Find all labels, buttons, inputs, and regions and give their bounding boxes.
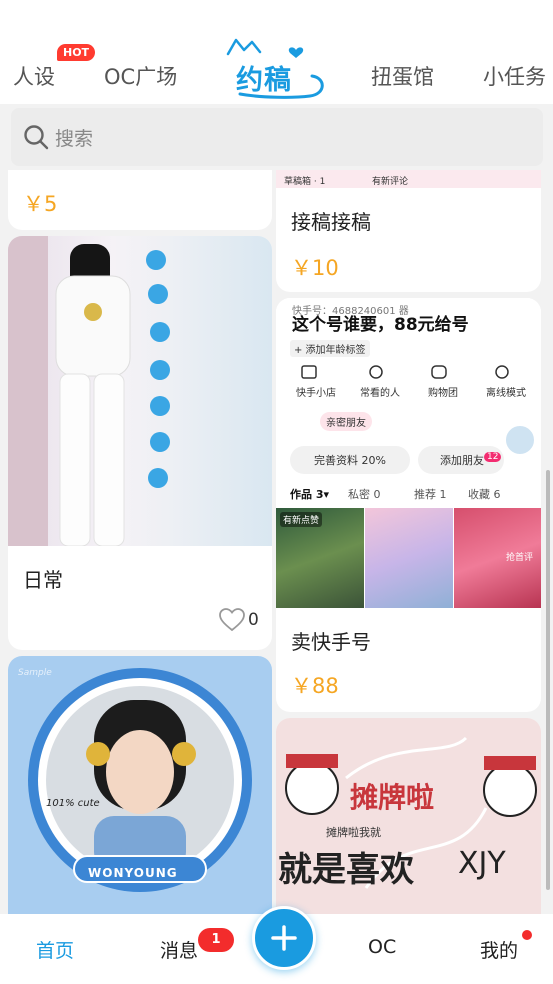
image-text: 抢首评 <box>506 553 534 563</box>
tab-small-task[interactable]: 小任务 <box>483 62 546 92</box>
messages-badge: 1 <box>198 928 234 952</box>
image-text: 购物团 <box>428 388 458 399</box>
nav-mine[interactable]: 我的 <box>480 936 518 963</box>
nav-home[interactable]: 首页 <box>36 936 74 963</box>
card-title: 卖快手号 <box>291 630 371 654</box>
nav-messages[interactable]: 消息 <box>160 936 198 963</box>
image-text: 私密 0 <box>348 488 381 501</box>
search-bar[interactable]: 搜索 <box>11 108 543 166</box>
image-text: WONYOUNG <box>88 866 178 880</box>
card-image <box>8 236 272 546</box>
hot-badge: HOT <box>57 44 96 61</box>
image-banner-text: 这个号谁要，88元给号 <box>292 315 469 335</box>
tab-commission[interactable]: 约稿 <box>222 36 332 102</box>
image-text: 摊牌啦我就 <box>326 826 381 839</box>
image-text: 12 <box>484 452 502 462</box>
photo-girl-white-outfit <box>8 236 170 546</box>
top-tab-bar: 人设 HOT OC广场 约稿 扭蛋馆 小任务 <box>0 0 553 104</box>
image-text: 推荐 1 <box>414 488 447 501</box>
image-text: 有新点赞 <box>280 512 323 527</box>
image-text: 快手小店 <box>296 388 336 399</box>
create-button[interactable] <box>252 906 316 970</box>
image-text: 亲密朋友 <box>320 412 372 431</box>
card-avatar-frame[interactable]: Sample 101% cute WONYOUNG <box>8 656 272 916</box>
card-jiegao[interactable]: 草稿箱 · 1 有新评论 接稿接稿 ￥10 <box>276 170 541 292</box>
app-screen: 人设 HOT OC广场 约稿 扭蛋馆 小任务 搜索 ￥5 草稿箱 · 1 有新评… <box>0 0 553 984</box>
nav-oc[interactable]: OC <box>368 936 396 958</box>
image-text: XJY <box>458 846 506 881</box>
image-text: + 添加年龄标签 <box>290 340 370 357</box>
tab-gacha[interactable]: 扭蛋馆 <box>371 62 434 92</box>
plus-icon <box>271 925 297 951</box>
card-title: 接稿接稿 <box>291 210 371 234</box>
card-tanpai[interactable]: 摊牌啦 摊牌啦我就 就是喜欢 XJY <box>276 718 541 916</box>
tab-oc-square[interactable]: OC广场 <box>104 62 177 92</box>
card-kuaishou-account[interactable]: 快手号：4688240601 器 这个号谁要，88元给号 + 添加年龄标签 快手… <box>276 298 541 712</box>
image-text: 摊牌啦 <box>350 781 435 814</box>
image-text: 有新评论 <box>372 177 409 187</box>
heart-icon[interactable] <box>219 608 245 632</box>
thumbnail <box>365 508 453 608</box>
image-text: 101% cute <box>46 798 100 809</box>
card-image: 摊牌啦 摊牌啦我就 就是喜欢 XJY <box>276 718 541 916</box>
card-title: 日常 <box>23 568 63 592</box>
card-price: ￥88 <box>291 674 339 698</box>
card-commission-price-5[interactable]: ￥5 <box>8 170 272 230</box>
scrollbar[interactable] <box>546 470 550 890</box>
card-price: ￥10 <box>291 256 339 280</box>
card-image: Sample 101% cute WONYOUNG <box>8 656 272 916</box>
tab-commission-label: 约稿 <box>236 65 292 96</box>
card-price: ￥5 <box>23 192 58 216</box>
card-image: 快手号：4688240601 器 这个号谁要，88元给号 + 添加年龄标签 快手… <box>276 298 541 608</box>
image-text: 离线模式 <box>486 388 526 399</box>
watermark-text: Sample <box>18 668 52 678</box>
image-text: 收藏 6 <box>468 488 501 501</box>
image-text: 常看的人 <box>360 388 400 399</box>
card-image: 草稿箱 · 1 有新评论 <box>276 170 541 188</box>
image-text: 就是喜欢 <box>278 850 414 890</box>
image-text: 完善资料 20% <box>290 446 410 474</box>
tab-persona[interactable]: 人设 <box>13 62 55 92</box>
search-icon <box>24 125 49 150</box>
card-daily[interactable]: 日常 0 <box>8 236 272 650</box>
avatar <box>504 424 536 456</box>
image-text: 作品 3▾ <box>290 488 330 501</box>
search-input[interactable]: 搜索 <box>55 124 93 151</box>
image-text: 草稿箱 · 1 <box>284 177 326 187</box>
notification-dot <box>522 930 532 940</box>
like-count: 0 <box>248 610 259 630</box>
